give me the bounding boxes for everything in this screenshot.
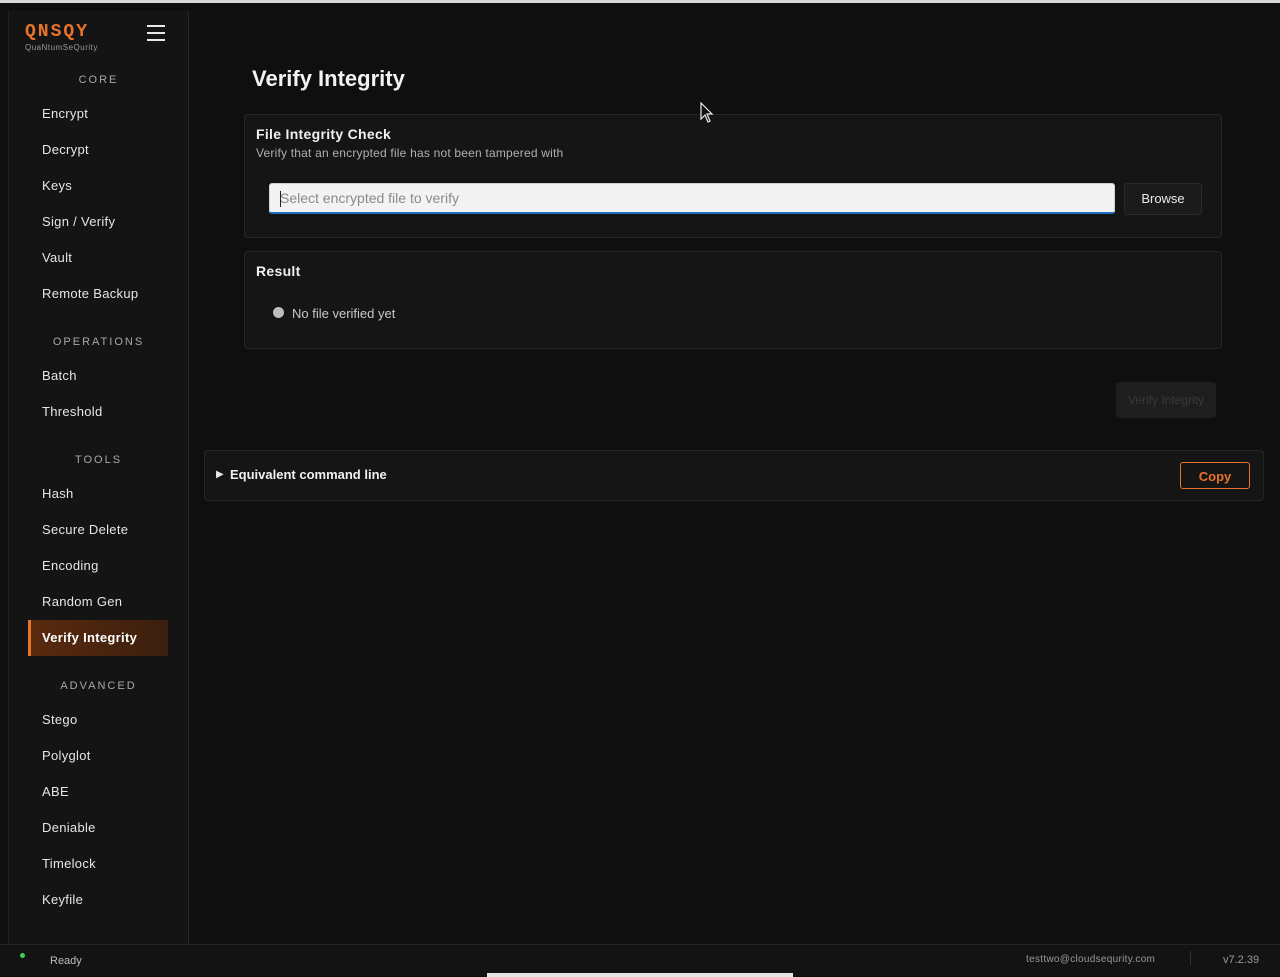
ready-indicator-icon: [20, 953, 25, 958]
command-line-panel[interactable]: ▶ Equivalent command line Copy: [204, 450, 1264, 501]
status-text: Ready: [50, 955, 82, 967]
file-path-input[interactable]: [269, 183, 1115, 214]
card-title: File Integrity Check: [256, 126, 392, 142]
sidebar-item-abe[interactable]: ABE: [28, 774, 168, 810]
page-title: Verify Integrity: [252, 66, 405, 91]
sidebar-item-batch[interactable]: Batch: [28, 358, 168, 394]
sidebar-item-encrypt[interactable]: Encrypt: [28, 96, 168, 132]
menu-icon[interactable]: [147, 25, 165, 43]
sidebar-item-encoding[interactable]: Encoding: [28, 548, 168, 584]
brand-logo: QNSQY: [25, 22, 90, 42]
version-label: v7.2.39: [1223, 954, 1260, 966]
expand-triangle-icon[interactable]: ▶: [216, 469, 224, 480]
verify-integrity-button[interactable]: Verify Integrity: [1116, 382, 1216, 418]
result-card: Result No file verified yet: [244, 251, 1222, 349]
section-advanced: ADVANCED: [60, 680, 137, 692]
section-tools: TOOLS: [74, 454, 123, 466]
sidebar-item-keys[interactable]: Keys: [28, 168, 168, 204]
command-line-label[interactable]: Equivalent command line: [230, 467, 387, 482]
status-dot-icon: [273, 307, 284, 318]
mouse-cursor-icon: [700, 102, 714, 123]
result-status-text: No file verified yet: [292, 306, 396, 321]
status-bar: Ready testtwo@cloudsequrity.com v7.2.39: [0, 944, 1280, 977]
taskbar-strip: [487, 973, 793, 977]
sidebar-item-decrypt[interactable]: Decrypt: [28, 132, 168, 168]
brand-subtitle: QuaNtumSeQurity: [25, 43, 98, 52]
result-title: Result: [256, 263, 301, 279]
sidebar-item-deniable[interactable]: Deniable: [28, 810, 168, 846]
divider: [1190, 951, 1191, 965]
sidebar-item-random-gen[interactable]: Random Gen: [28, 584, 168, 620]
sidebar-item-remote-backup[interactable]: Remote Backup: [28, 276, 168, 312]
sidebar-item-hash[interactable]: Hash: [28, 476, 168, 512]
sidebar-item-secure-delete[interactable]: Secure Delete: [28, 512, 168, 548]
browse-button[interactable]: Browse: [1124, 183, 1202, 215]
sidebar-item-polyglot[interactable]: Polyglot: [28, 738, 168, 774]
user-email: testtwo@cloudsequrity.com: [1026, 954, 1156, 965]
sidebar-item-timelock[interactable]: Timelock: [28, 846, 168, 882]
section-operations: OPERATIONS: [52, 336, 145, 348]
sidebar-item-stego[interactable]: Stego: [28, 702, 168, 738]
file-integrity-card: File Integrity Check Verify that an encr…: [244, 114, 1222, 238]
brand: QNSQY QuaNtumSeQurity: [25, 23, 98, 52]
sidebar-item-vault[interactable]: Vault: [28, 240, 168, 276]
sidebar-item-verify-integrity[interactable]: Verify Integrity: [28, 620, 168, 656]
sidebar-item-keyfile[interactable]: Keyfile: [28, 882, 168, 918]
card-subtitle: Verify that an encrypted file has not be…: [256, 146, 564, 160]
sidebar-item-threshold[interactable]: Threshold: [28, 394, 168, 430]
copy-button[interactable]: Copy: [1180, 462, 1250, 489]
text-caret: [280, 191, 281, 207]
section-core: CORE: [78, 74, 119, 86]
window-top-border: [0, 0, 1280, 3]
sidebar-item-sign-verify[interactable]: Sign / Verify: [28, 204, 168, 240]
sidebar: QNSQY QuaNtumSeQurity CORE Encrypt Decry…: [8, 11, 189, 944]
